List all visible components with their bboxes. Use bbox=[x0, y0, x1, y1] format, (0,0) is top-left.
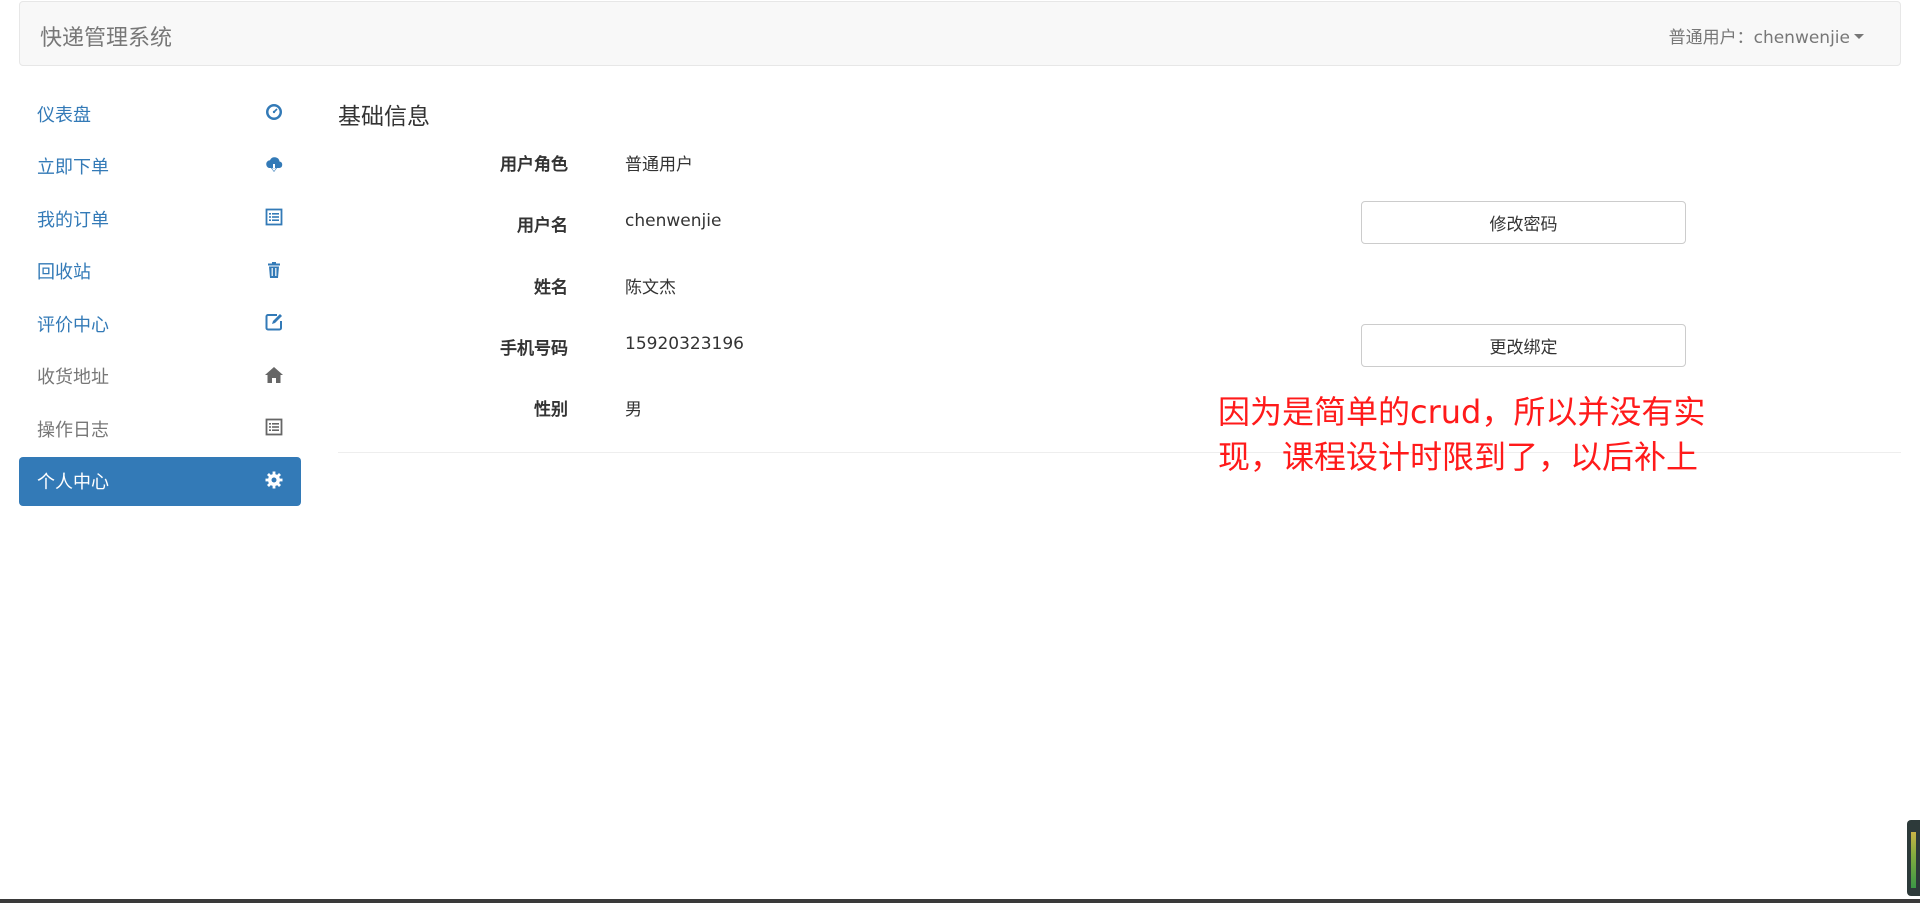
sidebar-item-label: 个人中心 bbox=[37, 472, 109, 493]
sidebar-item-label: 回收站 bbox=[37, 262, 91, 283]
field-label: 用户角色 bbox=[500, 155, 568, 175]
page: 快递管理系统 普通用户：chenwenjie 仪表盘 立即下单 我的订单 回收站… bbox=[0, 0, 1920, 903]
sidebar-item-label: 评价中心 bbox=[37, 314, 109, 336]
change-password-button[interactable]: 修改密码 bbox=[1361, 201, 1686, 244]
sidebar-item-place-order[interactable]: 立即下单 bbox=[19, 142, 301, 191]
sidebar-item-label: 立即下单 bbox=[37, 157, 109, 178]
dashboard-icon bbox=[263, 101, 285, 123]
brand-title[interactable]: 快递管理系统 bbox=[40, 20, 172, 52]
field-row-phone: 手机号码 15920323196 更改绑定 bbox=[338, 324, 1901, 367]
field-value: 男 bbox=[625, 400, 642, 420]
field-row-name: 姓名 陈文杰 bbox=[338, 263, 1901, 305]
annotation-note: 因为是简单的crud，所以并没有实现，课程设计时限到了，以后补上 bbox=[1218, 393, 1706, 476]
field-label: 用户名 bbox=[517, 216, 568, 236]
section-title: 基础信息 bbox=[338, 104, 430, 130]
field-value: 15920323196 bbox=[625, 334, 744, 354]
sidebar-item-operation-log[interactable]: 操作日志 bbox=[19, 404, 301, 453]
user-menu-label: 普通用户：chenwenjie bbox=[1668, 28, 1850, 48]
field-label: 手机号码 bbox=[500, 339, 568, 359]
list-alt-icon bbox=[263, 206, 285, 228]
field-value: 陈文杰 bbox=[625, 278, 676, 298]
meter-bar bbox=[1911, 832, 1916, 888]
cloud-download-icon bbox=[263, 154, 285, 176]
edit-icon bbox=[263, 311, 285, 333]
sidebar-item-label: 收货地址 bbox=[37, 367, 109, 388]
sidebar-item-personal-center[interactable]: 个人中心 bbox=[19, 456, 301, 506]
top-navbar: 快递管理系统 普通用户：chenwenjie bbox=[19, 1, 1901, 66]
sidebar-item-label: 操作日志 bbox=[37, 419, 109, 441]
home-icon bbox=[263, 364, 285, 386]
sidebar-item-my-orders[interactable]: 我的订单 bbox=[19, 194, 301, 243]
sidebar-item-label: 我的订单 bbox=[37, 209, 109, 231]
sidebar-item-recycle-bin[interactable]: 回收站 bbox=[19, 247, 301, 296]
main-content: 基础信息 用户角色 普通用户 用户名 chenwenjie 修改密码 姓名 陈文… bbox=[338, 97, 1901, 420]
change-binding-button[interactable]: 更改绑定 bbox=[1361, 324, 1686, 367]
field-label: 姓名 bbox=[534, 278, 568, 298]
field-row-role: 用户角色 普通用户 bbox=[338, 140, 1901, 182]
field-row-username: 用户名 chenwenjie 修改密码 bbox=[338, 201, 1901, 244]
volume-meter-widget bbox=[1907, 820, 1920, 896]
trash-icon bbox=[263, 259, 285, 281]
field-label: 性别 bbox=[534, 400, 568, 420]
sidebar: 仪表盘 立即下单 我的订单 回收站 评价中心 收货地址 操作日志 个人中心 bbox=[19, 89, 301, 509]
sidebar-item-shipping-address[interactable]: 收货地址 bbox=[19, 352, 301, 401]
sidebar-item-review-center[interactable]: 评价中心 bbox=[19, 299, 301, 348]
field-value: 普通用户 bbox=[625, 155, 693, 175]
sidebar-item-dashboard[interactable]: 仪表盘 bbox=[19, 89, 301, 138]
sidebar-item-label: 仪表盘 bbox=[37, 104, 91, 126]
cog-icon bbox=[263, 469, 285, 491]
list-alt-icon bbox=[263, 416, 285, 438]
user-dropdown[interactable]: 普通用户：chenwenjie bbox=[1669, 23, 1864, 48]
bottom-border bbox=[0, 899, 1920, 903]
field-value: chenwenjie bbox=[625, 211, 722, 231]
caret-down-icon bbox=[1854, 34, 1864, 39]
